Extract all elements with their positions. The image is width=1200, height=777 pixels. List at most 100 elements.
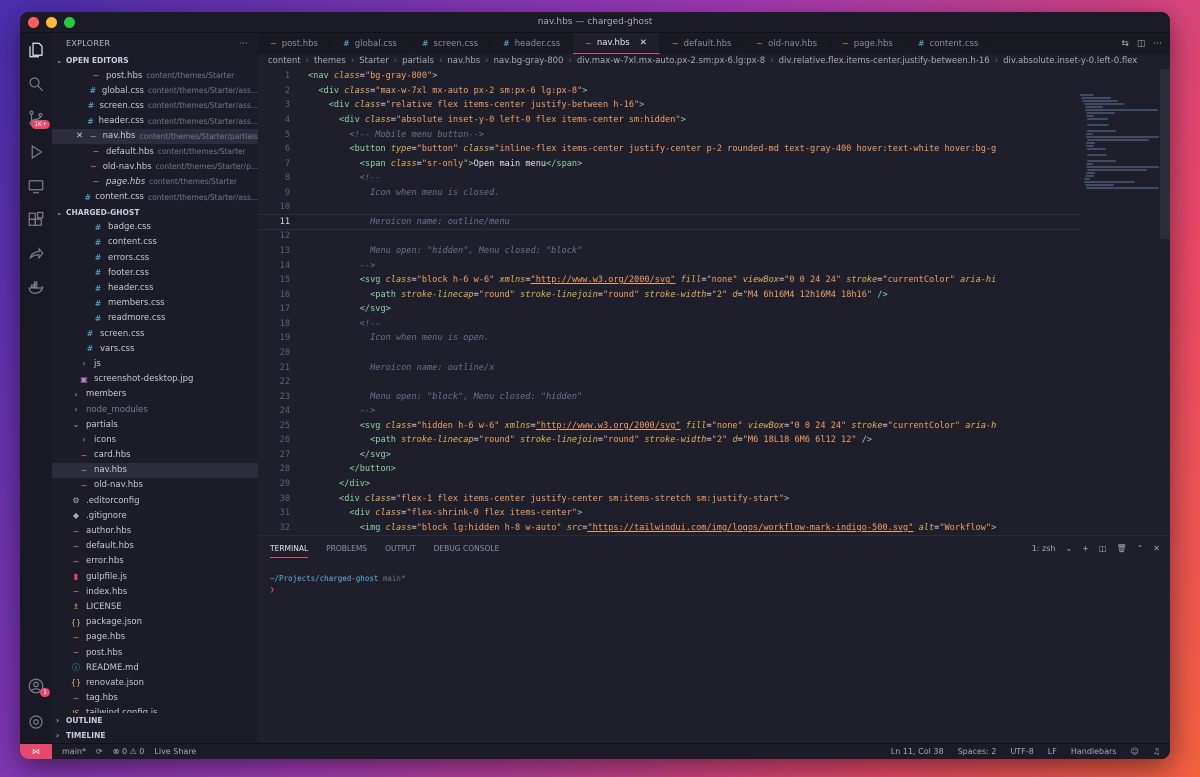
explorer-activity[interactable] bbox=[20, 33, 52, 67]
code-line[interactable]: 31 <div class="flex-shrink-0 flex items-… bbox=[258, 506, 1080, 521]
tree-item[interactable]: ◆ .gitignore bbox=[52, 508, 258, 523]
code-line[interactable]: 4 <div class="absolute inset-y-0 left-0 … bbox=[258, 113, 1080, 128]
open-editor-item[interactable]: # global.css content/themes/Starter/ass... bbox=[52, 83, 258, 98]
minimap[interactable] bbox=[1080, 93, 1160, 189]
panel-tab[interactable]: PROBLEMS bbox=[326, 544, 367, 553]
outline-section[interactable]: › OUTLINE bbox=[52, 713, 258, 728]
cursor-position[interactable]: Ln 11, Col 38 bbox=[891, 747, 944, 756]
encoding[interactable]: UTF-8 bbox=[1010, 747, 1033, 756]
tree-item[interactable]: ~ index.hbs bbox=[52, 584, 258, 599]
code-line[interactable]: 5 <!-- Mobile menu button--> bbox=[258, 127, 1080, 142]
code-line[interactable]: 17 </svg> bbox=[258, 302, 1080, 317]
open-editor-item[interactable]: ~ page.hbs content/themes/Starter bbox=[52, 174, 258, 189]
remote-explorer-activity[interactable] bbox=[20, 169, 52, 203]
close-icon[interactable]: ✕ bbox=[640, 38, 647, 48]
close-icon[interactable]: ✕ bbox=[1153, 544, 1160, 553]
editor-tab[interactable]: ~ page.hbs bbox=[830, 33, 906, 54]
breadcrumb-item[interactable]: div.max-w-7xl.mx-auto.px-2.sm:px-6.lg:px… bbox=[577, 56, 765, 66]
code-line[interactable]: 20 bbox=[258, 346, 1080, 361]
code-line[interactable]: 23 Menu open: "block", Menu closed: "hid… bbox=[258, 389, 1080, 404]
code-line[interactable]: 18 <!-- bbox=[258, 317, 1080, 332]
code-line[interactable]: 9 Icon when menu is closed. bbox=[258, 186, 1080, 201]
split-terminal-icon[interactable]: ◫ bbox=[1099, 544, 1107, 553]
compare-icon[interactable]: ⇆ bbox=[1121, 39, 1129, 49]
panel-tab[interactable]: DEBUG CONSOLE bbox=[434, 544, 500, 553]
code-line[interactable]: 10 bbox=[258, 200, 1080, 215]
breadcrumb-item[interactable]: nav.bg-gray-800 bbox=[494, 56, 564, 66]
docker-activity[interactable] bbox=[20, 271, 52, 305]
trash-icon[interactable]: 🗑 bbox=[1116, 544, 1126, 553]
tree-item[interactable]: # footer.css bbox=[52, 265, 258, 280]
language-mode[interactable]: Handlebars bbox=[1071, 747, 1117, 756]
live-share-button[interactable]: Live Share bbox=[154, 747, 196, 756]
run-debug-activity[interactable] bbox=[20, 135, 52, 169]
tree-item[interactable]: {} renovate.json bbox=[52, 675, 258, 690]
git-branch[interactable]: main* bbox=[62, 747, 86, 756]
tree-item[interactable]: › members bbox=[52, 387, 258, 402]
open-editor-item[interactable]: ~ default.hbs content/themes/Starter bbox=[52, 144, 258, 159]
code-line[interactable]: 27 </svg> bbox=[258, 448, 1080, 463]
code-line[interactable]: 16 <path stroke-linecap="round" stroke-l… bbox=[258, 287, 1080, 302]
editor-tab[interactable]: # content.css bbox=[906, 33, 992, 54]
editor-tab[interactable]: # screen.css bbox=[410, 33, 492, 54]
sync-icon[interactable]: ⟳ bbox=[96, 747, 103, 756]
tree-item[interactable]: ▮ gulpfile.js bbox=[52, 569, 258, 584]
tree-item[interactable]: ~ tag.hbs bbox=[52, 691, 258, 706]
end-of-line[interactable]: LF bbox=[1048, 747, 1057, 756]
breadcrumb-item[interactable]: Starter bbox=[359, 56, 389, 66]
open-editor-item[interactable]: ~ post.hbs content/themes/Starter bbox=[52, 68, 258, 83]
code-line[interactable]: 8 <!-- bbox=[258, 171, 1080, 186]
tree-item[interactable]: # content.css bbox=[52, 235, 258, 250]
new-terminal-icon[interactable]: + bbox=[1082, 544, 1089, 553]
close-icon[interactable]: ✕ bbox=[76, 131, 88, 141]
code-line[interactable]: 26 <path stroke-linecap="round" stroke-l… bbox=[258, 433, 1080, 448]
more-actions-button[interactable]: ··· bbox=[239, 39, 248, 48]
tree-item[interactable]: ~ nav.hbs bbox=[52, 462, 258, 478]
tree-item[interactable]: › js bbox=[52, 356, 258, 371]
code-line[interactable]: 30 <div class="flex-1 flex items-center … bbox=[258, 491, 1080, 506]
more-actions-icon[interactable]: ··· bbox=[1153, 39, 1162, 49]
tree-item[interactable]: # errors.css bbox=[52, 250, 258, 265]
accounts-activity[interactable]: 1 bbox=[20, 669, 52, 703]
tree-item[interactable]: # header.css bbox=[52, 280, 258, 295]
code-line[interactable]: 32 <img class="block lg:hidden h-8 w-aut… bbox=[258, 520, 1080, 535]
editor-tab[interactable]: # header.css bbox=[491, 33, 574, 54]
open-editor-item[interactable]: # screen.css content/themes/Starter/ass... bbox=[52, 98, 258, 113]
remote-indicator[interactable]: ⋈ bbox=[20, 743, 52, 759]
code-line[interactable]: 13 Menu open: "hidden", Menu closed: "bl… bbox=[258, 244, 1080, 259]
indentation[interactable]: Spaces: 2 bbox=[958, 747, 997, 756]
tree-item[interactable]: ~ author.hbs bbox=[52, 523, 258, 538]
tree-item[interactable]: {} package.json bbox=[52, 615, 258, 630]
terminal-output[interactable]: ~/Projects/charged-ghost main* ❯ bbox=[258, 561, 1170, 607]
editor-tab[interactable]: ~ nav.hbs ✕ bbox=[573, 33, 660, 54]
tree-item[interactable]: # screen.css bbox=[52, 326, 258, 341]
code-line[interactable]: 15 <svg class="block h-6 w-6" xmlns="htt… bbox=[258, 273, 1080, 288]
editor-tab[interactable]: ~ post.hbs bbox=[258, 33, 331, 54]
code-line[interactable]: 7 <span class="sr-only">Open main menu</… bbox=[258, 156, 1080, 171]
tree-item[interactable]: ~ card.hbs bbox=[52, 448, 258, 463]
code-line[interactable]: 12 bbox=[258, 229, 1080, 244]
open-editor-item[interactable]: ✕ ~ nav.hbs content/themes/Starter/partials bbox=[52, 128, 258, 144]
tree-item[interactable]: ~ error.hbs bbox=[52, 554, 258, 569]
tree-item[interactable]: › node_modules bbox=[52, 402, 258, 417]
tree-item[interactable]: ⌄ partials bbox=[52, 417, 258, 432]
code-line[interactable]: 19 Icon when menu is open. bbox=[258, 331, 1080, 346]
tree-item[interactable]: ▣ screenshot-desktop.jpg bbox=[52, 372, 258, 387]
code-line[interactable]: 21 Heroicon name: outline/x bbox=[258, 360, 1080, 375]
open-editor-item[interactable]: ~ old-nav.hbs content/themes/Starter/p... bbox=[52, 159, 258, 174]
open-editor-item[interactable]: # content.css content/themes/Starter/ass..… bbox=[52, 190, 258, 205]
tree-item[interactable]: › icons bbox=[52, 432, 258, 447]
feedback-icon[interactable]: ☺ bbox=[1130, 747, 1138, 756]
code-line[interactable]: 1 <nav class="bg-gray-800"> bbox=[258, 69, 1080, 84]
tree-item[interactable]: ~ page.hbs bbox=[52, 630, 258, 645]
code-line[interactable]: 3 <div class="relative flex items-center… bbox=[258, 98, 1080, 113]
editor-tab[interactable]: ~ default.hbs bbox=[660, 33, 745, 54]
code-line[interactable]: 6 <button type="button" class="inline-fl… bbox=[258, 142, 1080, 157]
tree-item[interactable]: # members.css bbox=[52, 296, 258, 311]
breadcrumb-item[interactable]: partials bbox=[402, 56, 434, 66]
extensions-activity[interactable] bbox=[20, 203, 52, 237]
terminal-selector[interactable]: 1: zsh bbox=[1032, 544, 1056, 553]
maximize-icon[interactable]: ⌃ bbox=[1137, 544, 1144, 553]
open-editors-section[interactable]: ⌄ OPEN EDITORS bbox=[52, 53, 258, 68]
editor-tab[interactable]: # global.css bbox=[331, 33, 410, 54]
